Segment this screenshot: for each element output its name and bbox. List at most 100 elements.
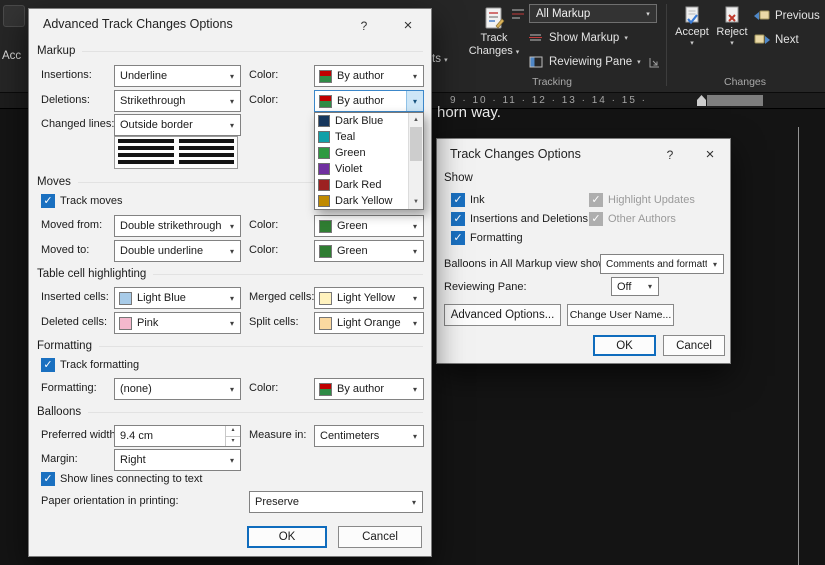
track-changes-label-2: Changes ▾: [469, 45, 520, 59]
other-authors-label: Other Authors: [608, 213, 676, 225]
color-option-teal[interactable]: Teal: [315, 129, 408, 145]
inserted-cells-select[interactable]: Light Blue ▾: [114, 287, 241, 309]
check-icon: ✓: [591, 213, 600, 225]
help-button[interactable]: ?: [353, 16, 375, 36]
chevron-down-icon: ▾: [224, 115, 240, 135]
advanced-track-changes-options-dialog: Advanced Track Changes Options ? × Marku…: [28, 8, 432, 557]
next-icon: [754, 33, 770, 48]
color-swatch: [318, 163, 330, 175]
moved-from-select[interactable]: Double strikethrough ▾: [114, 215, 241, 237]
light-yellow-swatch: [319, 292, 332, 305]
show-lines-checkbox[interactable]: ✓: [41, 472, 55, 486]
color-option-violet[interactable]: Violet: [315, 161, 408, 177]
formatting-checkbox[interactable]: ✓: [451, 231, 465, 245]
cancel-button[interactable]: Cancel: [338, 526, 422, 548]
color-option-green[interactable]: Green: [315, 145, 408, 161]
show-markup-button[interactable]: Show Markup ▾: [528, 29, 628, 47]
balloons-view-label: Balloons in All Markup view show:: [444, 258, 609, 270]
next-change-button[interactable]: Next: [754, 31, 799, 49]
deletions-select[interactable]: Strikethrough ▾: [114, 90, 241, 112]
close-icon[interactable]: ×: [393, 14, 423, 36]
merged-cells-select[interactable]: Light Yellow ▾: [314, 287, 424, 309]
change-user-name-button[interactable]: Change User Name...: [567, 304, 674, 326]
help-button[interactable]: ?: [659, 145, 681, 165]
chevron-down-icon: ▾: [407, 313, 423, 333]
cancel-button[interactable]: Cancel: [663, 335, 725, 356]
spin-down-icon[interactable]: ▾: [226, 437, 240, 447]
formatting-color-select[interactable]: By author ▾: [314, 378, 424, 400]
deleted-cells-select[interactable]: Pink ▾: [114, 312, 241, 334]
display-for-review-select[interactable]: All Markup ▾: [529, 4, 657, 23]
insertions-deletions-checkbox[interactable]: ✓: [451, 212, 465, 226]
reject-label: Reject: [716, 26, 747, 39]
reviewing-pane-label: Reviewing Pane: [549, 56, 632, 68]
formatting-select-label: Formatting:: [41, 382, 97, 394]
split-cells-label: Split cells:: [249, 316, 299, 328]
chevron-down-icon: ▾: [224, 66, 240, 86]
chevron-down-icon: ▾: [224, 313, 240, 333]
ribbon-partial-icon[interactable]: [3, 5, 25, 27]
scroll-down-icon[interactable]: ▼: [409, 195, 423, 209]
display-for-review-value: All Markup: [530, 8, 640, 20]
moved-to-color-select[interactable]: Green ▾: [314, 240, 424, 262]
chevron-down-icon: ▾: [224, 379, 240, 399]
track-changes-icon: [481, 6, 507, 32]
ink-checkbox[interactable]: ✓: [451, 193, 465, 207]
ok-button[interactable]: OK: [593, 335, 656, 356]
scrollbar-thumb[interactable]: [410, 127, 422, 161]
measure-in-select[interactable]: Centimeters ▾: [314, 425, 424, 447]
preferred-width-input[interactable]: 9.4 cm ▴ ▾: [114, 425, 241, 447]
check-icon: ✓: [43, 473, 52, 485]
accept-icon: [682, 6, 702, 26]
ribbon-partial-label: Acc: [2, 50, 21, 62]
spinner[interactable]: ▴ ▾: [225, 426, 240, 446]
color-swatch: [318, 147, 330, 159]
light-orange-swatch: [319, 317, 332, 330]
close-icon[interactable]: ×: [695, 143, 725, 165]
moved-to-select[interactable]: Double underline ▾: [114, 240, 241, 262]
color-swatch: [318, 131, 330, 143]
merged-cells-label: Merged cells:: [249, 291, 314, 303]
insertions-label: Insertions:: [41, 69, 92, 81]
color-option-dark-yellow[interactable]: Dark Yellow: [315, 193, 408, 209]
chevron-down-icon: ▾: [406, 91, 423, 111]
margin-label: Margin:: [41, 453, 78, 465]
deletions-color-select[interactable]: By author ▾: [314, 90, 424, 112]
color-option-dark-red[interactable]: Dark Red: [315, 177, 408, 193]
track-formatting-checkbox[interactable]: ✓: [41, 358, 55, 372]
insertions-color-label: Color:: [249, 69, 278, 81]
scroll-up-icon[interactable]: ▲: [409, 113, 423, 127]
margin-select[interactable]: Right ▾: [114, 449, 241, 471]
reviewing-pane-button[interactable]: Reviewing Pane ▾: [528, 53, 641, 71]
insertions-color-select[interactable]: By author ▾: [314, 65, 424, 87]
chevron-down-icon: ▾: [690, 39, 694, 47]
ink-label: Ink: [470, 194, 485, 206]
chevron-down-icon: ▾: [407, 241, 423, 261]
formatting-select[interactable]: (none) ▾: [114, 378, 241, 400]
show-lines-label: Show lines connecting to text: [60, 473, 202, 485]
balloons-view-select[interactable]: Comments and formatting ▾: [600, 254, 724, 274]
tracking-dialog-launcher-icon[interactable]: [648, 56, 660, 68]
previous-change-button[interactable]: Previous: [754, 7, 820, 25]
advanced-options-button[interactable]: Advanced Options...: [444, 304, 561, 326]
moved-from-color-select[interactable]: Green ▾: [314, 215, 424, 237]
other-authors-checkbox: ✓: [589, 212, 603, 226]
indent-marker-icon[interactable]: [697, 95, 706, 106]
measure-in-label: Measure in:: [249, 429, 306, 441]
dropdown-scrollbar[interactable]: ▲ ▼: [408, 113, 423, 209]
ok-button[interactable]: OK: [247, 526, 327, 548]
reviewing-pane-select[interactable]: Off ▾: [611, 277, 659, 296]
word-window: Acc ts ▾ Track Changes ▾ All Mark: [0, 0, 825, 565]
insertions-select[interactable]: Underline ▾: [114, 65, 241, 87]
accept-button[interactable]: Accept ▾: [672, 3, 712, 89]
track-moves-checkbox[interactable]: ✓: [41, 194, 55, 208]
ribbon-cut-button[interactable]: ts ▾: [432, 53, 448, 65]
split-cells-select[interactable]: Light Orange ▾: [314, 312, 424, 334]
insertions-deletions-label: Insertions and Deletions: [470, 213, 588, 225]
color-option-dark-blue[interactable]: Dark Blue: [315, 113, 408, 129]
paper-orientation-select[interactable]: Preserve ▾: [249, 491, 423, 513]
spin-up-icon[interactable]: ▴: [226, 426, 240, 437]
chevron-down-icon: ▾: [224, 216, 240, 236]
changed-lines-select[interactable]: Outside border ▾: [114, 114, 241, 136]
chevron-down-icon: ▾: [640, 10, 656, 18]
